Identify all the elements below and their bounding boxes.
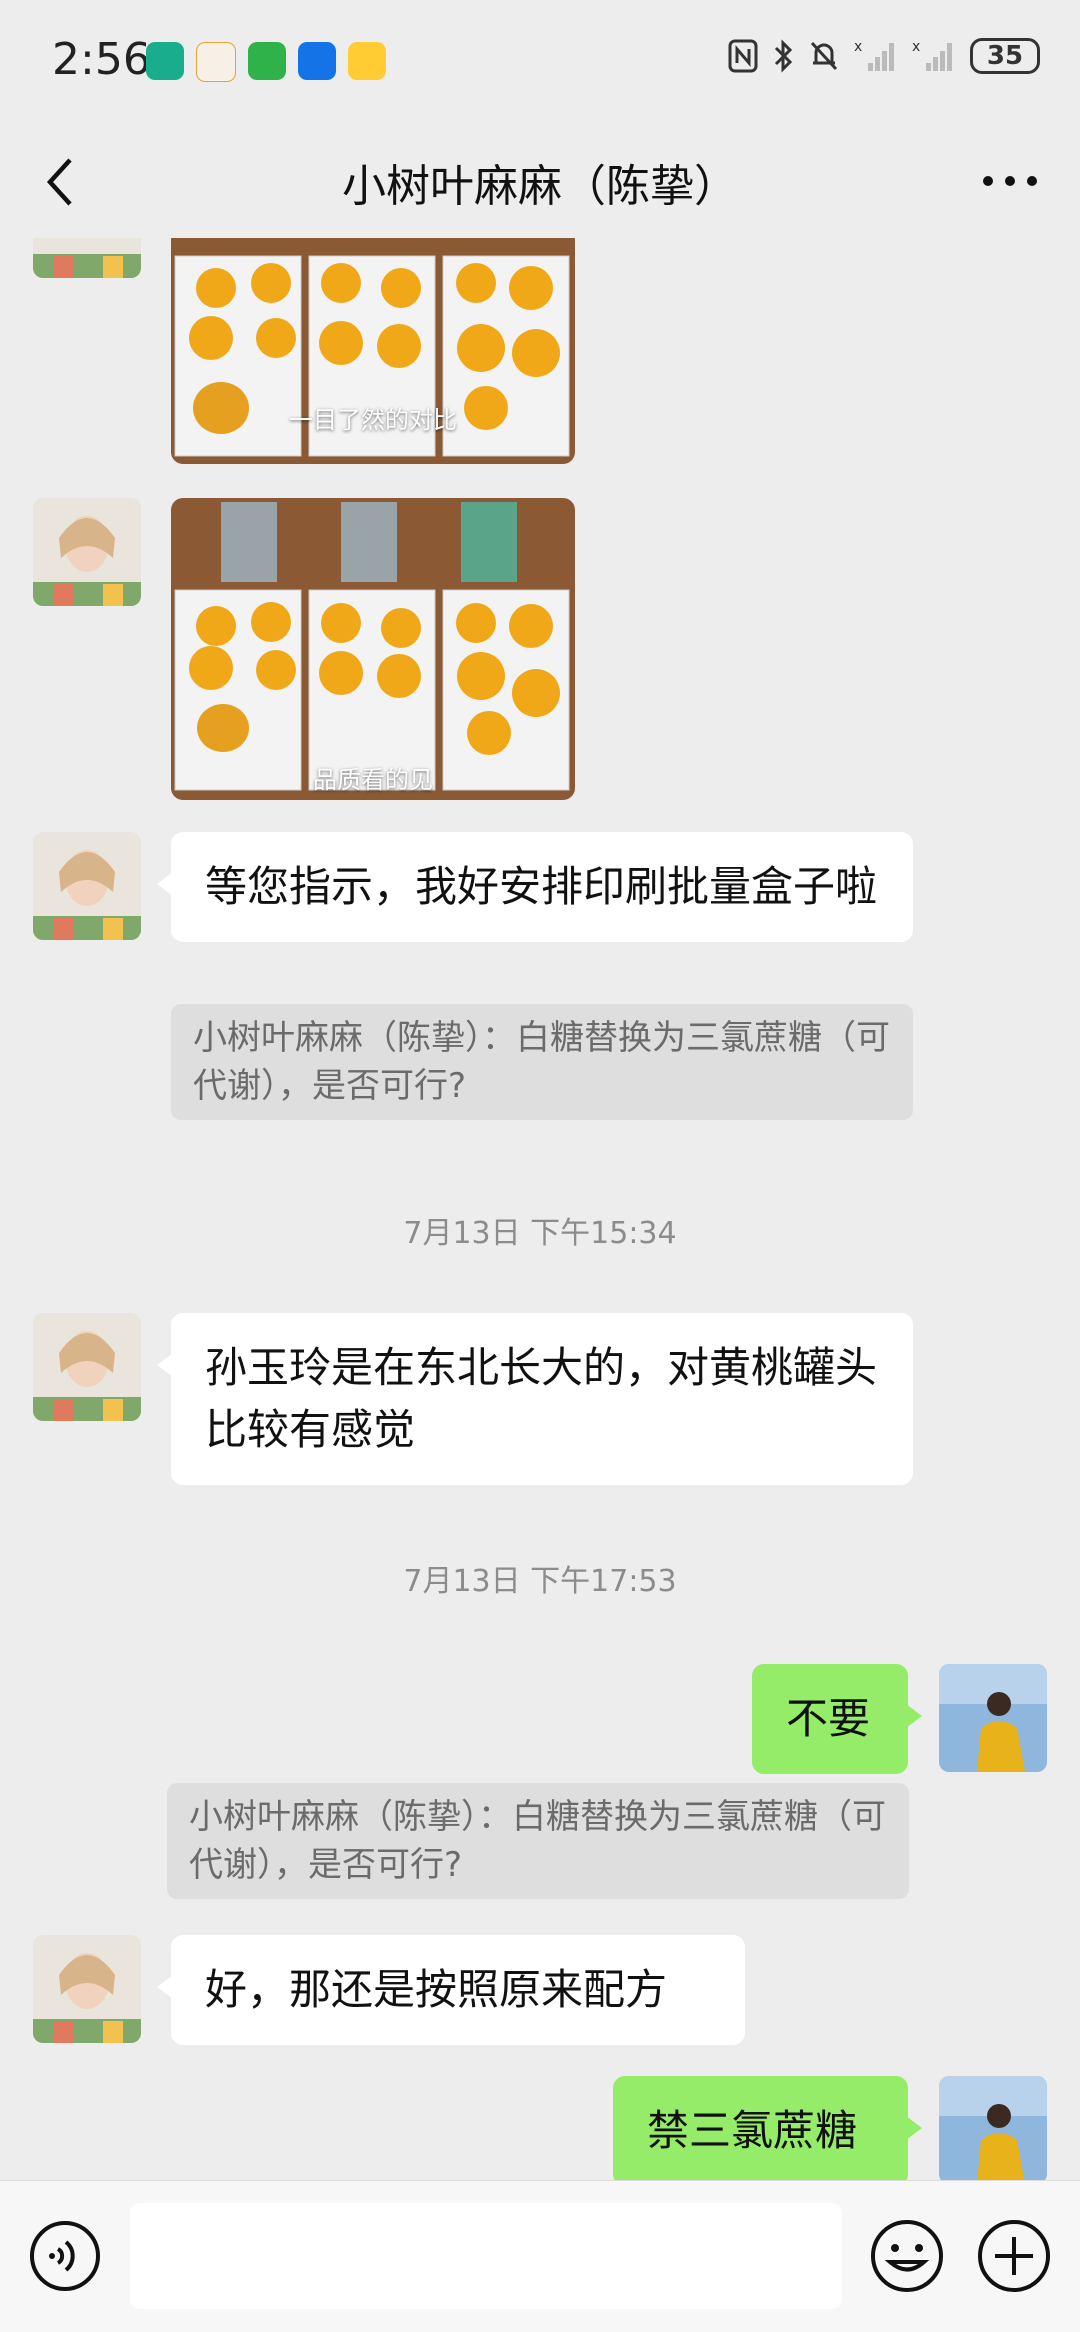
my-message-bubble[interactable]: 禁三氯蔗糖 [613, 2076, 922, 2180]
message-input[interactable] [130, 2203, 842, 2309]
plus-icon[interactable] [975, 2217, 1053, 2295]
contact-avatar[interactable] [33, 238, 141, 278]
nfc-icon [728, 39, 758, 73]
notification-icons [146, 42, 386, 82]
message-bubble[interactable]: 等您指示，我好安排印刷批量盒子啦 [157, 832, 913, 942]
more-options-icon[interactable] [980, 156, 1040, 206]
quoted-message[interactable]: 小树叶麻麻（陈挚）：白糖替换为三氯蔗糖（可代谢），是否可行? [171, 1004, 913, 1120]
my-avatar[interactable] [939, 2076, 1047, 2180]
quoted-message[interactable]: 小树叶麻麻（陈挚）：白糖替换为三氯蔗糖（可代谢），是否可行? [167, 1783, 909, 1899]
app-notification-icon [146, 42, 184, 80]
image-caption: 一目了然的对比 [289, 406, 457, 434]
battery-indicator: 35 [970, 38, 1040, 74]
message-list[interactable]: 一目了然的对比 品质看的见 等您指示，我好安排印刷批量盒子啦 小树叶麻麻（陈挚）… [0, 238, 1080, 2180]
chat-header: 小树叶麻麻（陈挚） [0, 124, 1080, 238]
app-notification-icon [196, 42, 236, 82]
emoji-icon[interactable] [868, 2217, 946, 2295]
bluetooth-icon [774, 39, 793, 73]
timestamp: 7月13日 下午15:34 [403, 1216, 677, 1251]
my-avatar[interactable] [939, 1664, 1047, 1772]
contact-avatar[interactable] [33, 1935, 141, 2043]
signal-icon: x [854, 39, 894, 71]
input-bar [0, 2180, 1080, 2332]
contact-avatar[interactable] [33, 1313, 141, 1421]
timestamp: 7月13日 下午17:53 [403, 1564, 677, 1599]
my-message-bubble[interactable]: 不要 [752, 1664, 922, 1774]
message-bubble[interactable]: 好，那还是按照原来配方 [157, 1935, 745, 2045]
image-message[interactable]: 一目了然的对比 [171, 238, 575, 464]
back-icon[interactable] [40, 154, 80, 210]
voice-input-icon[interactable] [28, 2219, 102, 2293]
svg-text:x: x [854, 39, 862, 55]
mute-bell-icon [810, 41, 838, 71]
contact-avatar[interactable] [33, 498, 141, 606]
image-caption: 品质看的见 [313, 766, 433, 794]
status-bar: 2:56 x x 35 [0, 0, 1080, 124]
app-notification-icon [248, 42, 286, 80]
contact-avatar[interactable] [33, 832, 141, 940]
app-notification-icon [298, 42, 336, 80]
message-bubble[interactable]: 孙玉玲是在东北长大的，对黄桃罐头比较有感觉 [157, 1313, 913, 1485]
signal-icon: x [912, 39, 952, 71]
system-icons: x x 35 [728, 38, 1040, 74]
status-time: 2:56 [52, 34, 151, 85]
app-notification-icon [348, 42, 386, 80]
svg-text:x: x [912, 39, 920, 55]
image-message[interactable]: 品质看的见 [171, 498, 575, 800]
chat-title: 小树叶麻麻（陈挚） [342, 161, 738, 212]
